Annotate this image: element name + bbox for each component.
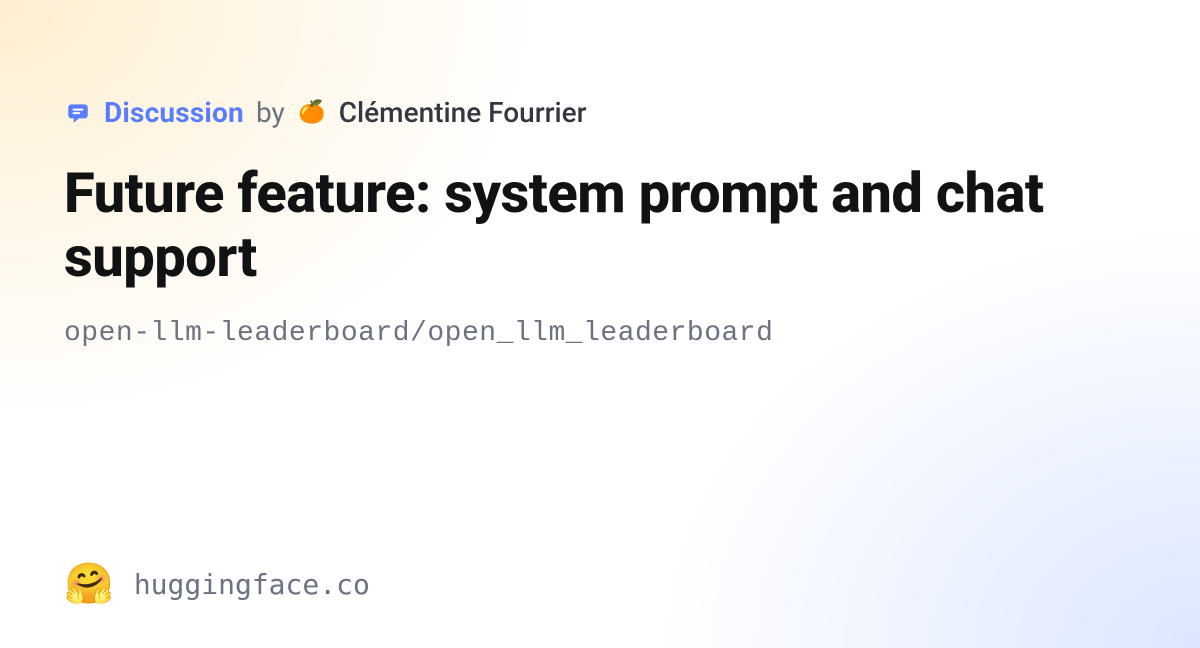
discussion-title: Future feature: system prompt and chat s… — [64, 161, 1114, 290]
by-label: by — [256, 96, 285, 129]
huggingface-logo-icon: 🤗 — [64, 564, 114, 604]
meta-row: Discussion by 🍊 Clémentine Fourrier — [64, 96, 1136, 129]
footer: 🤗 huggingface.co — [64, 564, 370, 604]
discussion-icon — [64, 99, 92, 127]
author-name: Clémentine Fourrier — [339, 96, 587, 129]
social-card: Discussion by 🍊 Clémentine Fourrier Futu… — [0, 0, 1200, 648]
site-domain: huggingface.co — [134, 568, 370, 601]
discussion-label: Discussion — [104, 96, 244, 129]
author-avatar: 🍊 — [297, 98, 327, 128]
repo-path: open-llm-leaderboard/open_llm_leaderboar… — [64, 318, 1136, 349]
